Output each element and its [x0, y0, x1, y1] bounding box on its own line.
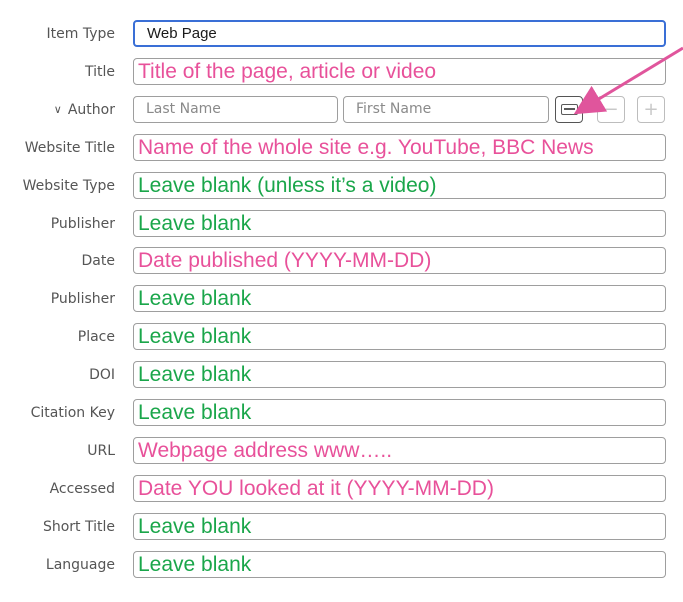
label-text: Website Title: [24, 139, 115, 156]
field-row-website-type: Website Type Leave blank (unless it’s a v…: [0, 169, 683, 203]
label-text: Language: [45, 556, 115, 573]
short-title-label: Short Title: [43, 510, 115, 544]
annotation-note: Leave blank: [138, 287, 252, 311]
label-text: DOI: [89, 367, 115, 384]
first-name-input[interactable]: First Name: [343, 95, 549, 123]
field-row-place: Place Leave blank: [0, 320, 683, 354]
doi-label: DOI: [89, 358, 115, 392]
short-title-field[interactable]: Leave blank: [133, 512, 666, 540]
label-text: Short Title: [42, 518, 115, 535]
field-row-date: Date Date published (YYYY-MM-DD): [0, 244, 683, 278]
field-row-citation-key: Citation Key Leave blank: [0, 396, 683, 430]
label-text: Item Type: [46, 26, 115, 42]
citation-key-label: Citation Key: [31, 396, 115, 430]
url-label: URL: [87, 434, 115, 468]
field-value: Web Page: [147, 25, 217, 42]
annotation-note: Title of the page, article or video: [138, 59, 437, 83]
label-text: Author: [67, 101, 115, 118]
field-row-publisher2: Publisher Leave blank: [0, 282, 683, 316]
title-label: Title: [85, 55, 115, 89]
annotation-note: Leave blank: [138, 401, 252, 424]
publisher1-label: Publisher: [51, 207, 115, 241]
website-type-label: Website Type: [23, 169, 115, 203]
annotation-note: Leave blank: [138, 363, 252, 387]
publisher1-field[interactable]: Leave blank: [133, 209, 666, 237]
field-row-accessed: Accessed Date YOU looked at it (YYYY-MM-D…: [0, 472, 683, 506]
field-row-short-title: Short Title Leave blank: [0, 510, 683, 544]
annotation-note: Webpage address www…..: [138, 438, 393, 462]
publisher2-label: Publisher: [51, 282, 115, 316]
label-text: Citation Key: [30, 405, 115, 421]
field-row-publisher1: Publisher Leave blank: [0, 207, 683, 241]
label-text: Title: [84, 63, 115, 80]
field-row-language: Language Leave blank: [0, 548, 683, 582]
field-row-doi: DOI Leave blank: [0, 358, 683, 392]
accessed-field[interactable]: Date YOU looked at it (YYYY-MM-DD): [133, 474, 666, 502]
last-name-input[interactable]: Last Name: [133, 95, 338, 123]
annotation-note: Leave blank: [138, 211, 252, 235]
date-label: Date: [82, 244, 115, 278]
place-label: Place: [78, 320, 115, 354]
website-title-label: Website Title: [25, 131, 115, 165]
annotation-note: Leave blank: [138, 325, 252, 349]
label-text: Accessed: [49, 480, 115, 497]
field-row-url: URL Webpage address www…..: [0, 434, 683, 468]
label-text: Publisher: [50, 215, 115, 232]
label-text: Date: [81, 253, 115, 270]
annotation-note: Leave blank: [138, 514, 252, 538]
citation-key-field[interactable]: Leave blank: [133, 399, 666, 426]
website-type-field[interactable]: Leave blank (unless it’s a video): [133, 171, 666, 199]
author-label[interactable]: ∨ Author: [54, 93, 115, 127]
annotation-note: Leave blank (unless it’s a video): [138, 173, 437, 197]
accessed-label: Accessed: [50, 472, 115, 506]
language-field[interactable]: Leave blank: [133, 550, 666, 578]
place-field[interactable]: Leave blank: [133, 323, 666, 351]
label-text: URL: [87, 442, 115, 459]
website-title-field[interactable]: Name of the whole site e.g. YouTube, BBC…: [133, 133, 666, 161]
annotation-note: Date YOU looked at it (YYYY-MM-DD): [138, 476, 494, 500]
chevron-down-icon[interactable]: ∨: [54, 103, 62, 116]
annotation-note: Date published (YYYY-MM-DD): [138, 249, 432, 273]
language-label: Language: [46, 548, 115, 582]
annotation-note: Name of the whole site e.g. YouTube, BBC…: [138, 135, 594, 159]
date-field[interactable]: Date published (YYYY-MM-DD): [133, 247, 666, 275]
url-field[interactable]: Webpage address www…..: [133, 436, 666, 464]
doi-field[interactable]: Leave blank: [133, 361, 666, 389]
publisher2-field[interactable]: Leave blank: [133, 285, 666, 313]
field-row-website-title: Website Title Name of the whole site e.g.…: [0, 131, 683, 165]
annotation-note: Leave blank: [138, 552, 252, 576]
label-text: Website Type: [22, 177, 115, 194]
label-text: Publisher: [50, 291, 115, 308]
label-text: Place: [77, 329, 115, 346]
item-type-label: Item Type: [47, 17, 115, 51]
annotation-arrow: [573, 46, 683, 115]
